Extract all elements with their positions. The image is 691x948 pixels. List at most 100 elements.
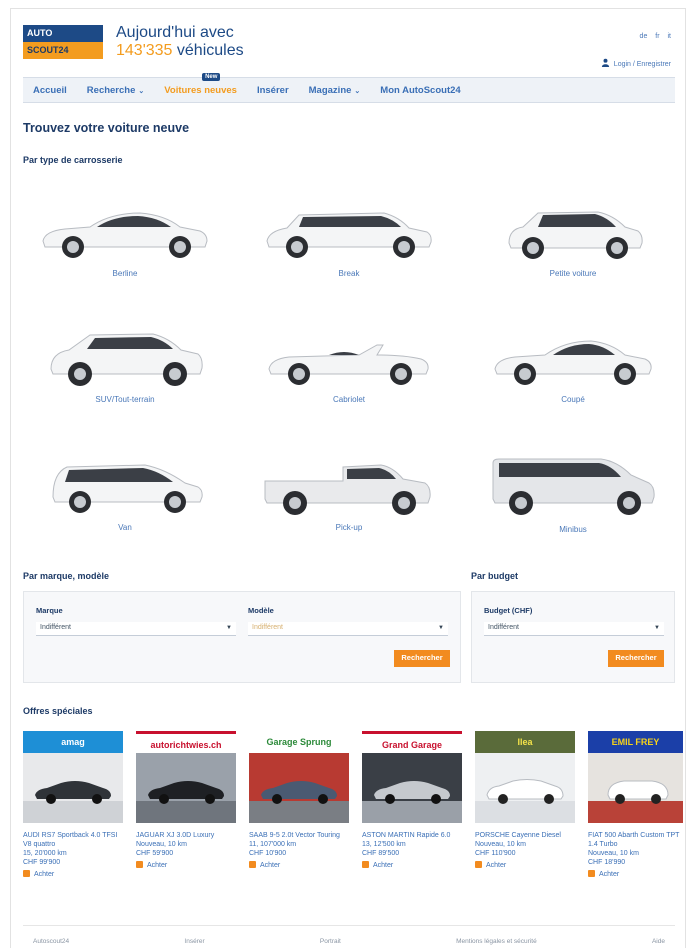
body-type-label: Petite voiture — [549, 269, 597, 278]
offer-mileage: 13, 12'500 km — [362, 841, 406, 848]
suv-image — [50, 333, 203, 386]
footer-link[interactable]: Portrait — [320, 938, 341, 948]
footer-link[interactable]: Autoscout24 — [33, 938, 69, 948]
offer-action[interactable]: Achter — [23, 869, 123, 878]
offer-price: CHF 99'900 — [23, 859, 61, 866]
nav-mon-autoscout[interactable]: Mon AutoScout24 — [380, 85, 460, 96]
offer-photo — [588, 753, 683, 823]
budget-search-button[interactable]: Rechercher — [608, 650, 664, 667]
offer-action-label: Achter — [260, 862, 281, 869]
nav-voitures-neuves-label: Voitures neuves — [164, 84, 237, 96]
offer-action[interactable]: Achter — [136, 860, 236, 869]
offer-price: CHF 59'900 — [136, 850, 174, 857]
body-type-label: Berline — [112, 269, 138, 278]
offer-title: SAAB 9-5 2.0t Vector Touring — [249, 832, 340, 839]
dealer-logo: amag — [23, 731, 123, 753]
car-photo-image — [374, 781, 450, 804]
dealer-logo: Grand Garage — [362, 731, 462, 753]
car-photo-image — [261, 781, 337, 804]
offer-action-label: Achter — [486, 862, 507, 869]
offer-card[interactable]: Garage Sprung SAAB 9-5 2.0t Vector Touri… — [249, 731, 349, 869]
nav-magazine[interactable]: Magazine ⌄ — [309, 85, 361, 96]
body-type-grid: Berline Break Petite voiture SUV/Tout-te… — [23, 189, 675, 559]
offer-action[interactable]: Achter — [249, 860, 349, 869]
offer-title: AUDI RS7 Sportback 4.0 TFSI V8 quattro — [23, 832, 118, 848]
body-type-title: Par type de carrosserie — [23, 155, 123, 165]
offers-list: amag AUDI RS7 Sportback 4.0 TFSI V8 quat… — [23, 731, 683, 911]
body-type-berline[interactable]: Berline — [25, 201, 225, 311]
body-type-van[interactable]: Van — [25, 455, 225, 565]
offer-card[interactable]: Ilea PORSCHE Cayenne Diesel Nouveau, 10 … — [475, 731, 575, 869]
footer-link[interactable]: Aide — [652, 938, 665, 948]
tagline-line2: 143'335 véhicules — [116, 42, 244, 60]
station-wagon-image — [266, 212, 432, 258]
cart-icon — [249, 861, 256, 868]
body-type-minibus[interactable]: Minibus — [473, 455, 673, 565]
body-type-petite-voiture[interactable]: Petite voiture — [473, 201, 673, 311]
offer-mileage: Nouveau, 10 km — [588, 850, 639, 857]
sedan-car-image — [42, 212, 208, 258]
body-type-label: SUV/Tout-terrain — [95, 395, 155, 404]
body-type-suv[interactable]: SUV/Tout-terrain — [25, 327, 225, 437]
offer-action[interactable]: Achter — [362, 860, 462, 869]
login-link[interactable]: Login / Enregistrer — [601, 57, 671, 68]
nav-magazine-label: Magazine — [308, 84, 352, 96]
budget-box: Budget (CHF) Indifférent ▼ Rechercher — [471, 591, 675, 683]
footer-link[interactable]: Insérer — [184, 938, 204, 948]
cart-icon — [23, 870, 30, 877]
cart-icon — [588, 870, 595, 877]
offer-title: ASTON MARTIN Rapide 6.0 — [362, 832, 451, 839]
convertible-image — [268, 344, 429, 385]
offer-title: PORSCHE Cayenne Diesel — [475, 832, 561, 839]
body-type-label: Minibus — [559, 525, 587, 534]
make-model-search-button[interactable]: Rechercher — [394, 650, 450, 667]
offer-action-label: Achter — [34, 871, 55, 878]
offer-card[interactable]: amag AUDI RS7 Sportback 4.0 TFSI V8 quat… — [23, 731, 123, 878]
footer: Autoscout24 Insérer Portrait Mentions lé… — [23, 925, 675, 948]
new-badge: New — [202, 72, 221, 81]
nav-accueil[interactable]: Accueil — [33, 85, 67, 96]
tagline: Aujourd'hui avec 143'335 véhicules — [116, 24, 244, 60]
offer-photo — [475, 753, 575, 823]
body-type-coupe[interactable]: Coupé — [473, 327, 673, 437]
body-type-label: Coupé — [561, 395, 585, 404]
nav-inserer[interactable]: Insérer — [257, 85, 289, 96]
caret-down-icon: ▼ — [226, 625, 232, 631]
offer-card[interactable]: EMIL FREY FIAT 500 Abarth Custom TPT 1.4… — [588, 731, 683, 878]
minibus-image — [492, 458, 655, 515]
tagline-line1: Aujourd'hui avec — [116, 24, 234, 41]
car-photo-image — [607, 780, 669, 804]
nav-recherche-label: Recherche — [86, 84, 136, 96]
offer-mileage: 11, 107'000 km — [249, 841, 297, 848]
logo-bottom: SCOUT24 — [23, 42, 103, 59]
offer-title: FIAT 500 Abarth Custom TPT 1.4 Turbo — [588, 832, 680, 848]
page-title: Trouvez votre voiture neuve — [23, 121, 190, 135]
body-type-label: Van — [118, 523, 132, 532]
autoscout-logo[interactable]: AUTO SCOUT24 — [23, 25, 103, 59]
cart-icon — [136, 861, 143, 868]
body-type-cabriolet[interactable]: Cabriolet — [249, 327, 449, 437]
language-switcher[interactable]: de fr it — [640, 33, 671, 40]
vehicle-count: 143'335 — [116, 42, 173, 59]
offer-photo — [249, 753, 349, 823]
offer-action[interactable]: Achter — [588, 869, 683, 878]
offer-mileage: Nouveau, 10 km — [475, 841, 526, 848]
footer-link[interactable]: Mentions légales et sécurité — [456, 938, 537, 948]
make-label: Marque — [36, 606, 63, 615]
pickup-image — [264, 464, 431, 515]
offer-card[interactable]: autorichtwies.ch JAGUAR XJ 3.0D Luxury N… — [136, 731, 236, 869]
offer-photo — [362, 753, 462, 823]
body-type-pickup[interactable]: Pick-up — [249, 455, 449, 565]
offer-mileage: Nouveau, 10 km — [136, 841, 187, 848]
nav-voitures-neuves[interactable]: New Voitures neuves — [164, 72, 237, 96]
model-select[interactable]: Indifférent ▼ — [248, 622, 448, 636]
nav-recherche[interactable]: Recherche ⌄ — [87, 85, 144, 96]
offer-card[interactable]: Grand Garage ASTON MARTIN Rapide 6.0 13,… — [362, 731, 462, 869]
body-type-break[interactable]: Break — [249, 201, 449, 311]
offer-price: CHF 18'990 — [588, 859, 626, 866]
budget-select[interactable]: Indifférent ▼ — [484, 622, 664, 636]
car-photo-image — [148, 781, 224, 804]
offer-action[interactable]: Achter — [475, 860, 575, 869]
make-select[interactable]: Indifférent ▼ — [36, 622, 236, 636]
make-model-box: Marque Indifférent ▼ Modèle Indifférent ▼ … — [23, 591, 461, 683]
